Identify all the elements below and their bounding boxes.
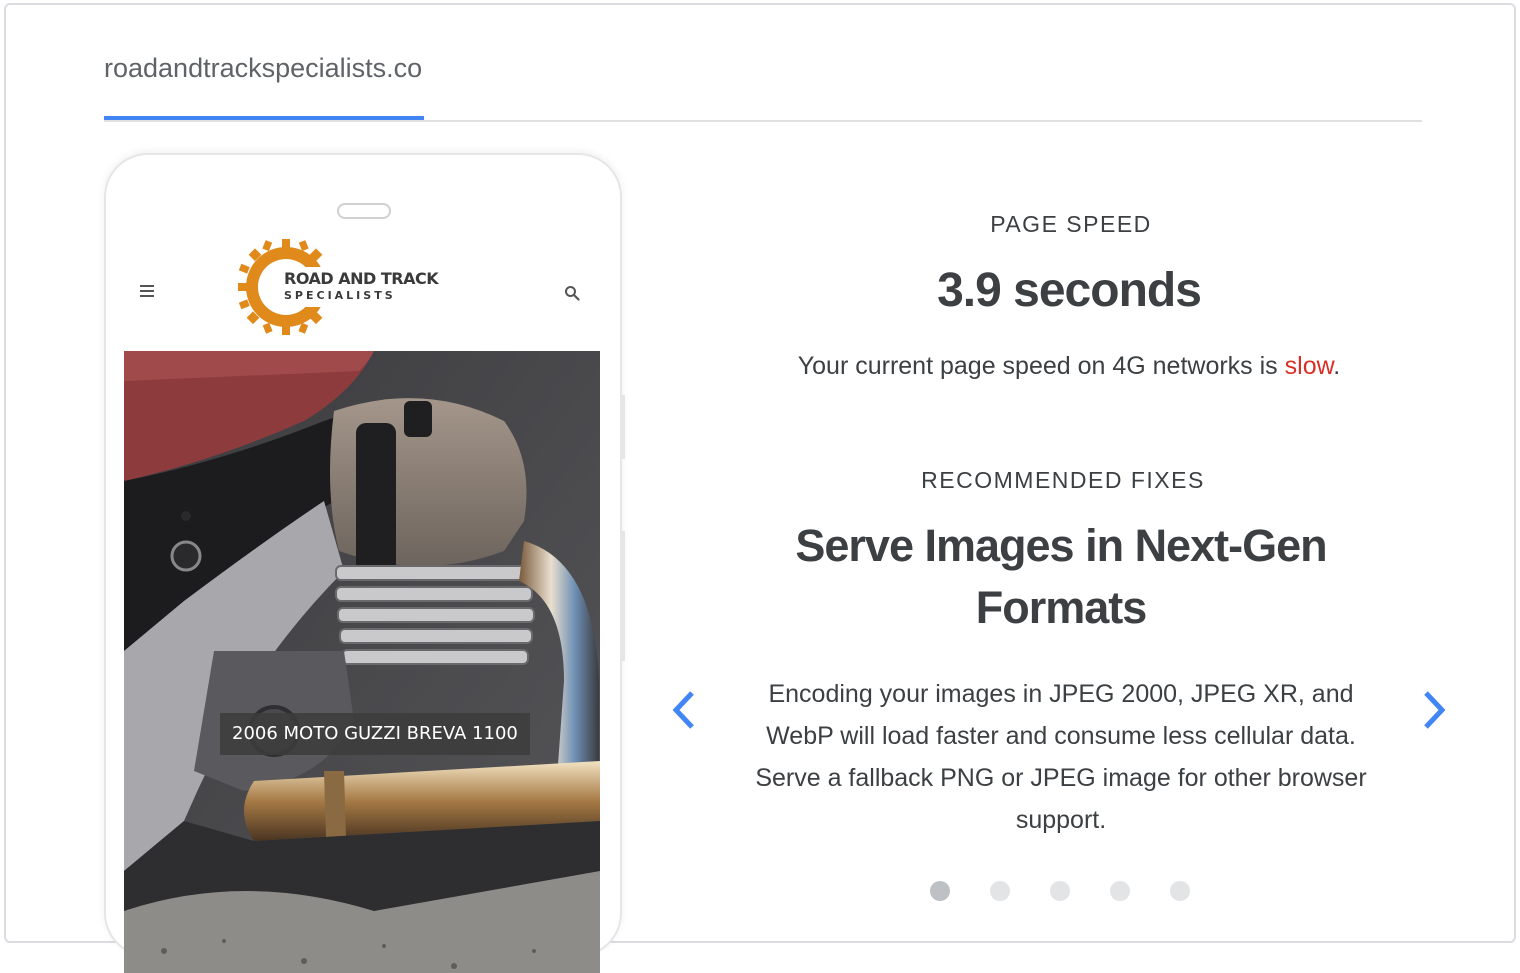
recommended-fixes-label: RECOMMENDED FIXES	[921, 467, 1205, 493]
carousel-dot[interactable]	[1050, 881, 1070, 901]
motorcycle-image	[124, 351, 600, 973]
site-header: ROAD AND TRACK SPECIALISTS	[124, 233, 600, 351]
report-panel: PAGE SPEED 3.9 seconds Your current page…	[646, 5, 1496, 933]
page-speed-label: PAGE SPEED	[990, 211, 1152, 237]
next-arrow-icon[interactable]	[1414, 685, 1454, 735]
prev-arrow-icon[interactable]	[664, 685, 704, 735]
hero-caption: 2006 MOTO GUZZI BREVA 1100	[220, 713, 530, 755]
carousel-dot[interactable]	[1110, 881, 1130, 901]
carousel-dot[interactable]	[930, 881, 950, 901]
phone-preview: ROAD AND TRACK SPECIALISTS 2006 MOTO GUZ…	[104, 153, 625, 973]
fix-title: Serve Images in Next-Gen Formats	[795, 520, 1327, 633]
speed-rating: slow	[1284, 352, 1334, 380]
speed-desc-suffix: .	[1333, 352, 1341, 380]
carousel-dot[interactable]	[990, 881, 1010, 901]
phone-side-button	[621, 395, 625, 459]
logo-text: ROAD AND TRACK SPECIALISTS	[284, 269, 439, 302]
menu-icon[interactable]	[140, 285, 154, 297]
fix-description: Encoding your images in JPEG 2000, JPEG …	[755, 680, 1367, 834]
tab-domain[interactable]: roadandtrackspecialists.com	[104, 53, 424, 120]
phone-screen: ROAD AND TRACK SPECIALISTS 2006 MOTO GUZ…	[124, 233, 600, 973]
search-icon[interactable]	[564, 285, 580, 301]
phone-speaker	[337, 203, 391, 219]
carousel-dot[interactable]	[1170, 881, 1190, 901]
page-speed-description: Your current page speed on 4G networks i…	[796, 345, 1342, 387]
speed-desc-prefix: Your current page speed on 4G networks i…	[797, 352, 1278, 380]
page-speed-value: 3.9 seconds	[937, 264, 1202, 317]
speed-report-card: roadandtrackspecialists.com ROAD AND TRA…	[4, 3, 1516, 973]
site-logo[interactable]: ROAD AND TRACK SPECIALISTS	[236, 237, 456, 337]
hero-image: 2006 MOTO GUZZI BREVA 1100	[124, 351, 600, 973]
phone-side-button	[621, 531, 625, 661]
